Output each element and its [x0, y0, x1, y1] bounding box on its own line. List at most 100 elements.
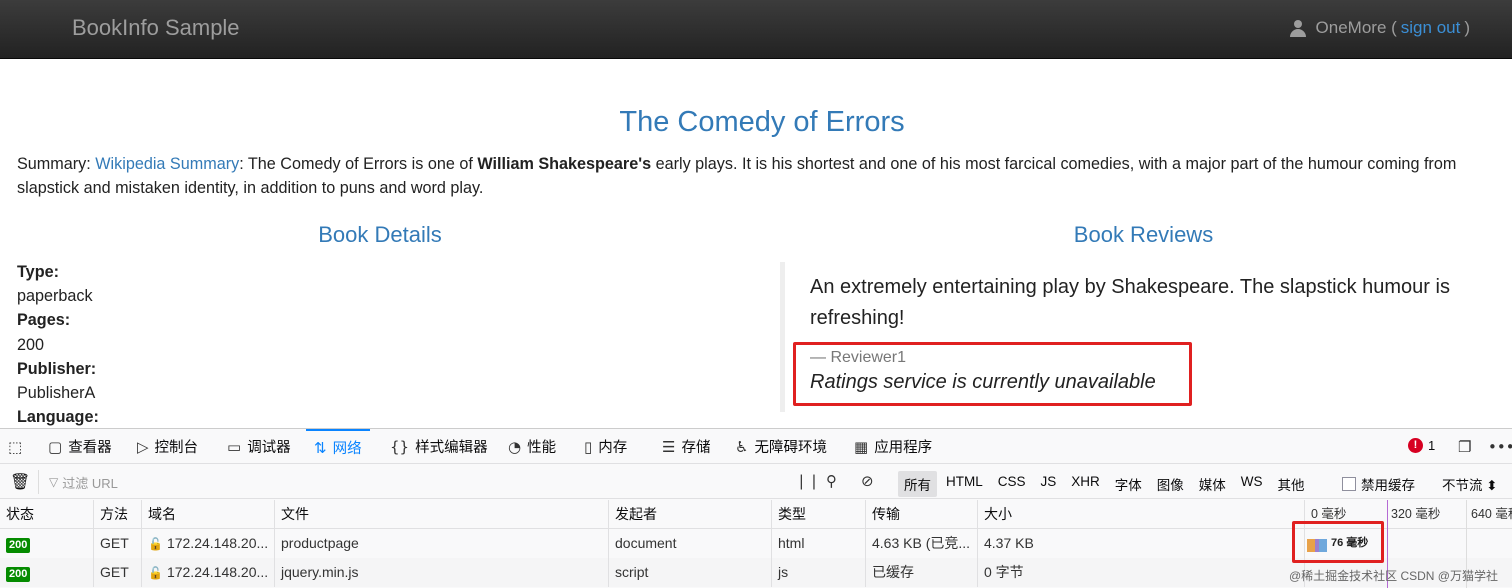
- user-close-paren: ): [1464, 18, 1470, 37]
- tab-label: 查看器: [68, 440, 112, 456]
- filter-css[interactable]: CSS: [992, 471, 1032, 497]
- timeline-tick-2: 640 毫秒: [1471, 507, 1512, 521]
- user-icon: [1289, 19, 1306, 37]
- navbar: BookInfo Sample OneMore ( sign out ): [0, 0, 1512, 59]
- devtools-panel: ⬚ ▢ 查看器 ▷ 控制台 ▭ 调试器 ⇅ 网络 {} 样式编辑器 ◔ 性能 ▯ 内存 ☰ 存储…: [0, 428, 1512, 588]
- language-label: Language:: [17, 408, 99, 427]
- table-header: 状态 方法 域名 文件 发起者 类型 传输 大小 0 毫秒 320 毫秒 640…: [0, 500, 1512, 529]
- filter-images[interactable]: 图像: [1151, 471, 1190, 497]
- tab-console[interactable]: ▷ 控制台: [137, 429, 198, 464]
- summary-label: Summary:: [17, 155, 91, 173]
- dock-toggle-icon[interactable]: ❐: [1458, 429, 1471, 464]
- tab-storage[interactable]: ☰ 存储: [662, 429, 710, 464]
- pause-icon[interactable]: ❘❘: [795, 472, 820, 490]
- summary-author: William Shakespeare's: [477, 155, 652, 173]
- filter-all[interactable]: 所有: [898, 471, 937, 497]
- brand-title[interactable]: BookInfo Sample: [72, 15, 240, 41]
- col-domain[interactable]: 域名: [141, 500, 274, 529]
- throttle-select[interactable]: 不节流 ⬍: [1442, 474, 1498, 494]
- table-row[interactable]: 200 GET 🔓 172.24.148.20... jquery.min.js …: [0, 558, 1512, 587]
- tab-label: 存储: [681, 440, 711, 456]
- disable-cache-checkbox[interactable]: [1342, 477, 1356, 491]
- style-editor-icon: {}: [390, 437, 410, 456]
- element-picker-icon[interactable]: ⬚: [8, 429, 22, 464]
- filter-html[interactable]: HTML: [940, 471, 989, 497]
- type-value: paperback: [17, 287, 93, 306]
- debugger-icon: ▭: [227, 437, 242, 456]
- col-initiator[interactable]: 发起者: [608, 500, 771, 529]
- search-icon[interactable]: ⚲: [826, 472, 837, 490]
- error-icon: !: [1408, 438, 1423, 453]
- filter-js[interactable]: JS: [1035, 471, 1063, 497]
- book-details-heading: Book Details: [318, 222, 442, 247]
- tab-label: 控制台: [154, 440, 199, 456]
- tab-label: 性能: [527, 440, 557, 456]
- network-toolbar: 🗑 ▽ 过滤 URL ❘❘ ⚲ ⊘ 所有 HTML CSS JS XHR 字体 …: [0, 465, 1512, 499]
- wikipedia-summary-link[interactable]: Wikipedia Summary: [95, 155, 239, 173]
- tab-network[interactable]: ⇅ 网络: [306, 429, 370, 464]
- filter-xhr[interactable]: XHR: [1065, 471, 1106, 497]
- summary-text-pre: : The Comedy of Errors is one of: [239, 155, 473, 173]
- tab-inspector[interactable]: ▢ 查看器: [48, 429, 112, 464]
- inspector-icon: ▢: [48, 437, 63, 456]
- domain-text: 172.24.148.20...: [166, 535, 269, 551]
- disable-cache-toggle[interactable]: 禁用缓存: [1342, 474, 1415, 494]
- col-file[interactable]: 文件: [274, 500, 608, 529]
- tab-label: 样式编辑器: [415, 440, 488, 456]
- row-file: productpage: [274, 529, 608, 558]
- tab-performance[interactable]: ◔ 性能: [508, 429, 556, 464]
- performance-icon: ◔: [508, 437, 522, 456]
- row-type: js: [771, 558, 865, 587]
- row-status: 200: [0, 558, 93, 587]
- book-details-list: Type: paperback Pages: 200 Publisher: Pu…: [17, 260, 99, 429]
- error-count-badge[interactable]: ! 1: [1408, 438, 1435, 453]
- col-type[interactable]: 类型: [771, 500, 865, 529]
- network-icon: ⇅: [314, 438, 327, 457]
- row-type: html: [771, 529, 865, 558]
- clear-log-icon[interactable]: 🗑: [10, 472, 30, 491]
- row-size: 4.37 KB: [977, 529, 1304, 558]
- filter-media[interactable]: 媒体: [1193, 471, 1232, 497]
- row-status: 200: [0, 529, 93, 558]
- block-icon[interactable]: ⊘: [861, 472, 874, 490]
- tab-application[interactable]: ▦ 应用程序: [854, 429, 932, 464]
- filter-url-input[interactable]: ▽ 过滤 URL: [38, 470, 778, 494]
- filter-fonts[interactable]: 字体: [1109, 471, 1148, 497]
- user-name: OneMore (: [1315, 18, 1397, 37]
- sign-out-link[interactable]: sign out: [1401, 18, 1461, 38]
- status-badge: 200: [6, 538, 31, 553]
- col-status[interactable]: 状态: [0, 500, 93, 529]
- row-domain: 🔓 172.24.148.20...: [141, 529, 274, 558]
- insecure-lock-icon: 🔓: [148, 537, 163, 551]
- col-size[interactable]: 大小: [977, 500, 1304, 529]
- tab-accessibility[interactable]: ♿ 无障碍环境: [735, 429, 827, 464]
- error-count: 1: [1428, 438, 1436, 453]
- more-options-icon[interactable]: •••: [1488, 429, 1512, 464]
- type-label: Type:: [17, 263, 59, 281]
- filter-ws[interactable]: WS: [1235, 471, 1269, 497]
- table-row[interactable]: 200 GET 🔓 172.24.148.20... productpage do…: [0, 529, 1512, 558]
- filter-other[interactable]: 其他: [1272, 471, 1311, 497]
- tab-label: 应用程序: [874, 440, 933, 456]
- row-transferred: 4.63 KB (已竞...: [865, 529, 977, 558]
- highlight-box-rating: [793, 342, 1192, 406]
- insecure-lock-icon: 🔓: [148, 566, 163, 580]
- row-initiator: document: [608, 529, 771, 558]
- col-transferred[interactable]: 传输: [865, 500, 977, 529]
- timeline-tick-1: 320 毫秒: [1391, 507, 1441, 521]
- highlight-box-timing: [1292, 521, 1384, 563]
- tab-memory[interactable]: ▯ 内存: [584, 429, 627, 464]
- tab-debugger[interactable]: ▭ 调试器: [227, 429, 291, 464]
- book-summary: Summary: Wikipedia Summary: The Comedy o…: [17, 152, 1497, 200]
- memory-icon: ▯: [584, 437, 593, 456]
- tab-style-editor[interactable]: {} 样式编辑器: [390, 429, 488, 464]
- tab-label: 调试器: [247, 440, 291, 456]
- filter-placeholder: 过滤 URL: [62, 475, 118, 491]
- row-initiator: script: [608, 558, 771, 587]
- row-transferred: 已缓存: [865, 558, 977, 587]
- row-file: jquery.min.js: [274, 558, 608, 587]
- col-method[interactable]: 方法: [93, 500, 141, 529]
- row-domain: 🔓 172.24.148.20...: [141, 558, 274, 587]
- application-icon: ▦: [854, 437, 869, 456]
- review-text: An extremely entertaining play by Shakes…: [810, 276, 1450, 329]
